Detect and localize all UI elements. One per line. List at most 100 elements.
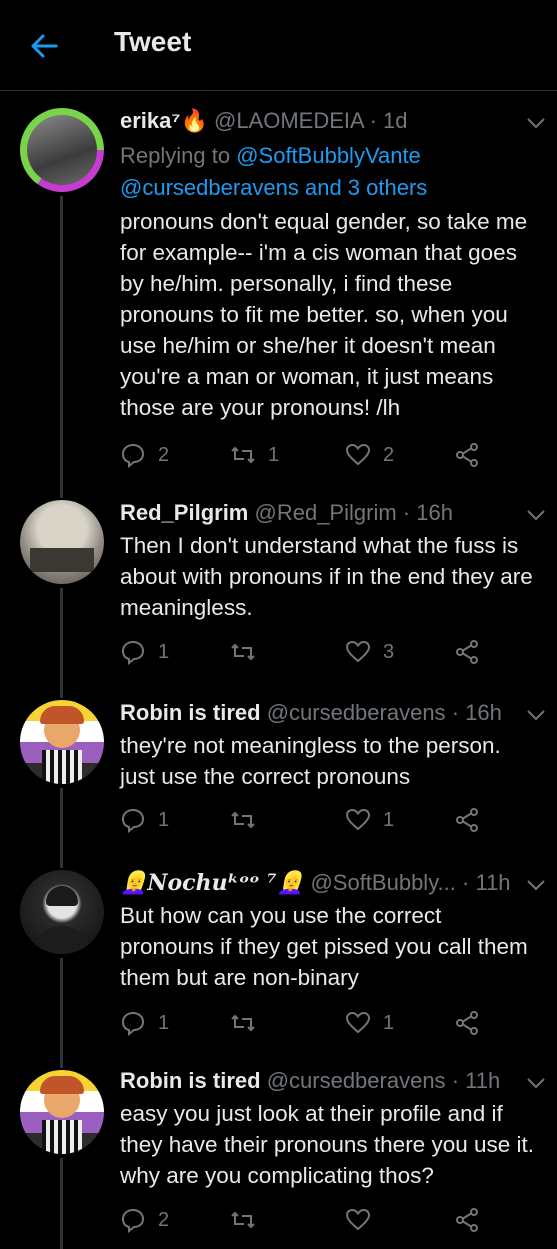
reply-icon — [121, 640, 145, 665]
like-count: 3 — [383, 640, 395, 663]
display-name[interactable]: Robin is tired — [120, 700, 261, 725]
like-button[interactable]: 1 — [345, 1008, 394, 1038]
avatar[interactable] — [20, 1070, 104, 1154]
like-button[interactable] — [345, 1205, 383, 1235]
heart-icon — [345, 640, 371, 663]
like-button[interactable]: 3 — [345, 637, 394, 667]
reply-button[interactable]: 2 — [120, 1205, 169, 1235]
like-count: 1 — [383, 1011, 395, 1034]
share-button[interactable] — [454, 805, 480, 835]
action-bar: 2 — [120, 1205, 540, 1235]
tweet-header: erika⁷🔥 @LAOMEDEIA · 1d — [120, 108, 408, 134]
reply-icon — [121, 1208, 145, 1233]
share-icon — [456, 443, 478, 467]
reply-count: 2 — [158, 1208, 170, 1231]
replying-to: Replying to @SoftBubblyVante @cursedbera… — [120, 140, 427, 204]
retweet-icon — [231, 811, 255, 829]
tweet-header: Robin is tired @cursedberavens · 16h — [120, 700, 502, 726]
reply-button[interactable]: 1 — [120, 1008, 169, 1038]
retweet-icon — [231, 1014, 255, 1032]
action-bar: 1 1 — [120, 805, 540, 835]
chevron-down-icon[interactable] — [526, 1076, 546, 1090]
handle[interactable]: @LAOMEDEIA — [214, 108, 364, 133]
like-count: 2 — [383, 443, 395, 466]
tweet-header: Robin is tired @cursedberavens · 11h — [120, 1068, 500, 1094]
timestamp[interactable]: · 1d — [370, 108, 408, 133]
timestamp[interactable]: · 16h — [403, 500, 453, 525]
timestamp[interactable]: · 11h — [452, 1068, 501, 1093]
share-icon — [456, 1011, 478, 1035]
action-bar: 1 1 — [120, 1008, 540, 1038]
top-bar: Tweet — [0, 0, 557, 91]
share-button[interactable] — [454, 1008, 480, 1038]
page-title: Tweet — [114, 26, 192, 57]
tweet-header: Red_Pilgrim @Red_Pilgrim · 16h — [120, 500, 453, 526]
handle[interactable]: @cursedberavens — [267, 1068, 446, 1093]
reply-button[interactable]: 2 — [120, 440, 169, 470]
back-arrow-icon[interactable] — [28, 30, 60, 62]
tweet-text: easy you just look at their profile and … — [120, 1101, 535, 1188]
share-button[interactable] — [454, 440, 480, 470]
timestamp[interactable]: · 11h — [462, 870, 511, 895]
reply-count: 2 — [158, 443, 170, 466]
reply-icon — [121, 443, 145, 468]
share-icon — [456, 1208, 478, 1232]
share-button[interactable] — [454, 1205, 480, 1235]
avatar[interactable] — [20, 700, 104, 784]
retweet-button[interactable] — [230, 805, 268, 835]
replying-label: Replying to — [120, 143, 231, 168]
avatar[interactable] — [20, 500, 104, 584]
chevron-down-icon[interactable] — [526, 508, 546, 522]
handle[interactable]: @cursedberavens — [267, 700, 446, 725]
thread-line — [60, 588, 63, 698]
tweet-text: Then I don't understand what the fuss is… — [120, 533, 533, 620]
retweet-icon — [231, 1211, 255, 1229]
reply-button[interactable]: 1 — [120, 637, 169, 667]
reply-count: 1 — [158, 1011, 170, 1034]
reply-button[interactable]: 1 — [120, 805, 169, 835]
retweet-count: 1 — [268, 443, 280, 466]
heart-icon — [345, 808, 371, 831]
action-bar: 2 1 2 — [120, 440, 540, 470]
tweet-text: pronouns don't equal gender, so take me … — [120, 209, 528, 420]
timestamp[interactable]: · 16h — [452, 700, 502, 725]
retweet-button[interactable] — [230, 1205, 268, 1235]
display-name[interactable]: 👱‍♀️𝑵𝒐𝒄𝒉𝒖ᵏᵒᵒ ⁷👱‍♀️ — [120, 870, 304, 896]
chevron-down-icon[interactable] — [526, 878, 546, 892]
reply-icon — [121, 1011, 145, 1036]
display-name[interactable]: erika⁷🔥 — [120, 108, 208, 133]
mention-link[interactable]: @SoftBubblyVante — [236, 143, 421, 168]
thread-line — [60, 788, 63, 868]
avatar[interactable] — [20, 870, 104, 954]
action-bar: 1 3 — [120, 637, 540, 667]
thread-line — [60, 1158, 63, 1249]
like-count: 1 — [383, 808, 395, 831]
handle[interactable]: @SoftBubbly... — [310, 870, 455, 895]
retweet-icon — [231, 643, 255, 661]
mention-others-link[interactable]: @cursedberavens and 3 others — [120, 175, 427, 200]
tweet-header: 👱‍♀️𝑵𝒐𝒄𝒉𝒖ᵏᵒᵒ ⁷👱‍♀️ @SoftBubbly... · 11h — [120, 870, 511, 896]
heart-icon — [345, 443, 371, 466]
reply-count: 1 — [158, 808, 170, 831]
share-icon — [456, 640, 478, 664]
retweet-button[interactable] — [230, 637, 268, 667]
like-button[interactable]: 1 — [345, 805, 394, 835]
heart-icon — [345, 1208, 371, 1231]
avatar[interactable] — [20, 108, 104, 192]
like-button[interactable]: 2 — [345, 440, 394, 470]
chevron-down-icon[interactable] — [526, 708, 546, 722]
tweet-text: But how can you use the correct pronouns… — [120, 903, 528, 990]
display-name[interactable]: Red_Pilgrim — [120, 500, 248, 525]
heart-icon — [345, 1011, 371, 1034]
reply-icon — [121, 808, 145, 833]
display-name[interactable]: Robin is tired — [120, 1068, 261, 1093]
share-button[interactable] — [454, 637, 480, 667]
reply-count: 1 — [158, 640, 170, 663]
thread-line — [60, 196, 63, 498]
handle[interactable]: @Red_Pilgrim — [255, 500, 397, 525]
retweet-button[interactable] — [230, 1008, 268, 1038]
retweet-button[interactable]: 1 — [230, 440, 279, 470]
chevron-down-icon[interactable] — [526, 116, 546, 130]
tweet-text: they're not meaningless to the person. j… — [120, 733, 501, 789]
share-icon — [456, 808, 478, 832]
